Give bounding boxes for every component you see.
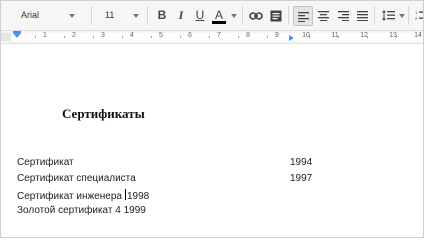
text-color-icon: A	[214, 8, 223, 22]
insert-link-button[interactable]	[247, 6, 265, 25]
document-line: Сертификат специалиста	[17, 173, 136, 184]
toolbar-divider	[147, 6, 148, 25]
underline-icon: U	[195, 8, 205, 22]
toolbar-divider	[374, 6, 375, 25]
ruler-tick	[209, 36, 210, 38]
ruler-left-margin	[1, 33, 11, 41]
ruler-number: 5	[159, 32, 163, 39]
toolbar-divider	[91, 6, 92, 25]
align-left-button[interactable]	[293, 6, 313, 26]
ruler-tick	[93, 36, 94, 38]
svg-text:2: 2	[415, 16, 418, 21]
chevron-down-icon	[231, 13, 237, 18]
align-justify-button[interactable]	[353, 6, 371, 25]
document-line-text: Сертификат инженера	[17, 191, 122, 202]
ruler-number: 1	[43, 32, 47, 39]
ruler-number: 12	[360, 32, 368, 39]
italic-button[interactable]: I	[172, 6, 190, 25]
chevron-down-icon	[133, 13, 139, 18]
ruler-number: 11	[331, 32, 339, 39]
document-line: Сертификат	[17, 157, 74, 168]
toolbar-divider	[408, 6, 409, 25]
italic-icon: I	[178, 8, 184, 22]
numbered-list-icon: 1 2	[415, 10, 423, 21]
ruler-tick	[180, 36, 181, 38]
ruler-number: 14	[414, 32, 422, 39]
document-heading: Сертификаты	[62, 106, 145, 121]
line-spacing-dropdown[interactable]	[399, 6, 405, 25]
ruler-tick	[35, 36, 36, 38]
svg-text:1: 1	[415, 10, 418, 15]
document-line: Золотой сертификат 4 1999	[17, 205, 146, 216]
line-spacing-icon	[381, 10, 395, 22]
ruler-tick	[122, 36, 123, 38]
ruler-tick	[238, 36, 239, 38]
text-cursor	[124, 189, 126, 200]
align-center-button[interactable]	[314, 6, 332, 25]
chevron-down-icon	[399, 13, 405, 18]
comment-icon	[270, 10, 282, 22]
document-line-year: 1997	[290, 173, 313, 184]
ruler-number: 9	[275, 32, 279, 39]
ruler: 1 2 3 4 5 6 7 8 9 10 11 12 13 14	[1, 31, 423, 44]
ruler-number: 3	[101, 32, 105, 39]
formatting-toolbar: Arial 11 B I U A 1 2	[1, 1, 423, 31]
ruler-tick	[267, 36, 268, 38]
font-size-value: 11	[105, 10, 115, 20]
ruler-tick	[64, 36, 65, 38]
ruler-number: 10	[302, 32, 310, 39]
tab-stop-marker[interactable]	[289, 35, 294, 41]
editor-window: Arial 11 B I U A 1 2 1 2 3 4 5 6 7 8 9 1…	[0, 0, 424, 238]
ruler-number: 13	[389, 32, 397, 39]
align-justify-icon	[356, 10, 368, 21]
document-page[interactable]: Сертификаты Сертификат 1994 Сертификат с…	[1, 44, 423, 237]
bold-button[interactable]: B	[153, 6, 171, 25]
ruler-number: 4	[130, 32, 134, 39]
toolbar-divider	[242, 6, 243, 25]
chevron-down-icon	[69, 13, 75, 18]
document-line: Сертификат инженера 1998	[17, 189, 149, 202]
align-right-button[interactable]	[334, 6, 352, 25]
font-family-dropdown[interactable]: Arial	[21, 6, 75, 25]
left-indent-handle[interactable]	[13, 33, 21, 38]
link-icon	[249, 12, 263, 20]
ruler-number: 2	[72, 32, 76, 39]
font-family-value: Arial	[21, 10, 40, 20]
text-color-swatch	[212, 21, 226, 24]
font-size-dropdown[interactable]: 11	[105, 6, 139, 25]
ruler-tick	[151, 36, 152, 38]
underline-button[interactable]: U	[191, 6, 209, 25]
ruler-number: 7	[217, 32, 221, 39]
align-center-icon	[317, 10, 329, 21]
document-line-year: 1998	[126, 191, 150, 202]
bold-icon: B	[157, 8, 167, 22]
ruler-number: 6	[188, 32, 192, 39]
align-right-icon	[337, 10, 349, 21]
ruler-number: 8	[246, 32, 250, 39]
line-spacing-button[interactable]	[379, 6, 397, 25]
numbered-list-button[interactable]: 1 2	[412, 6, 423, 25]
text-color-button[interactable]: A	[210, 6, 228, 25]
document-line-year: 1994	[290, 157, 313, 168]
insert-comment-button[interactable]	[267, 6, 285, 25]
text-color-dropdown[interactable]	[231, 6, 239, 25]
toolbar-divider	[288, 6, 289, 25]
align-left-icon	[297, 11, 309, 22]
